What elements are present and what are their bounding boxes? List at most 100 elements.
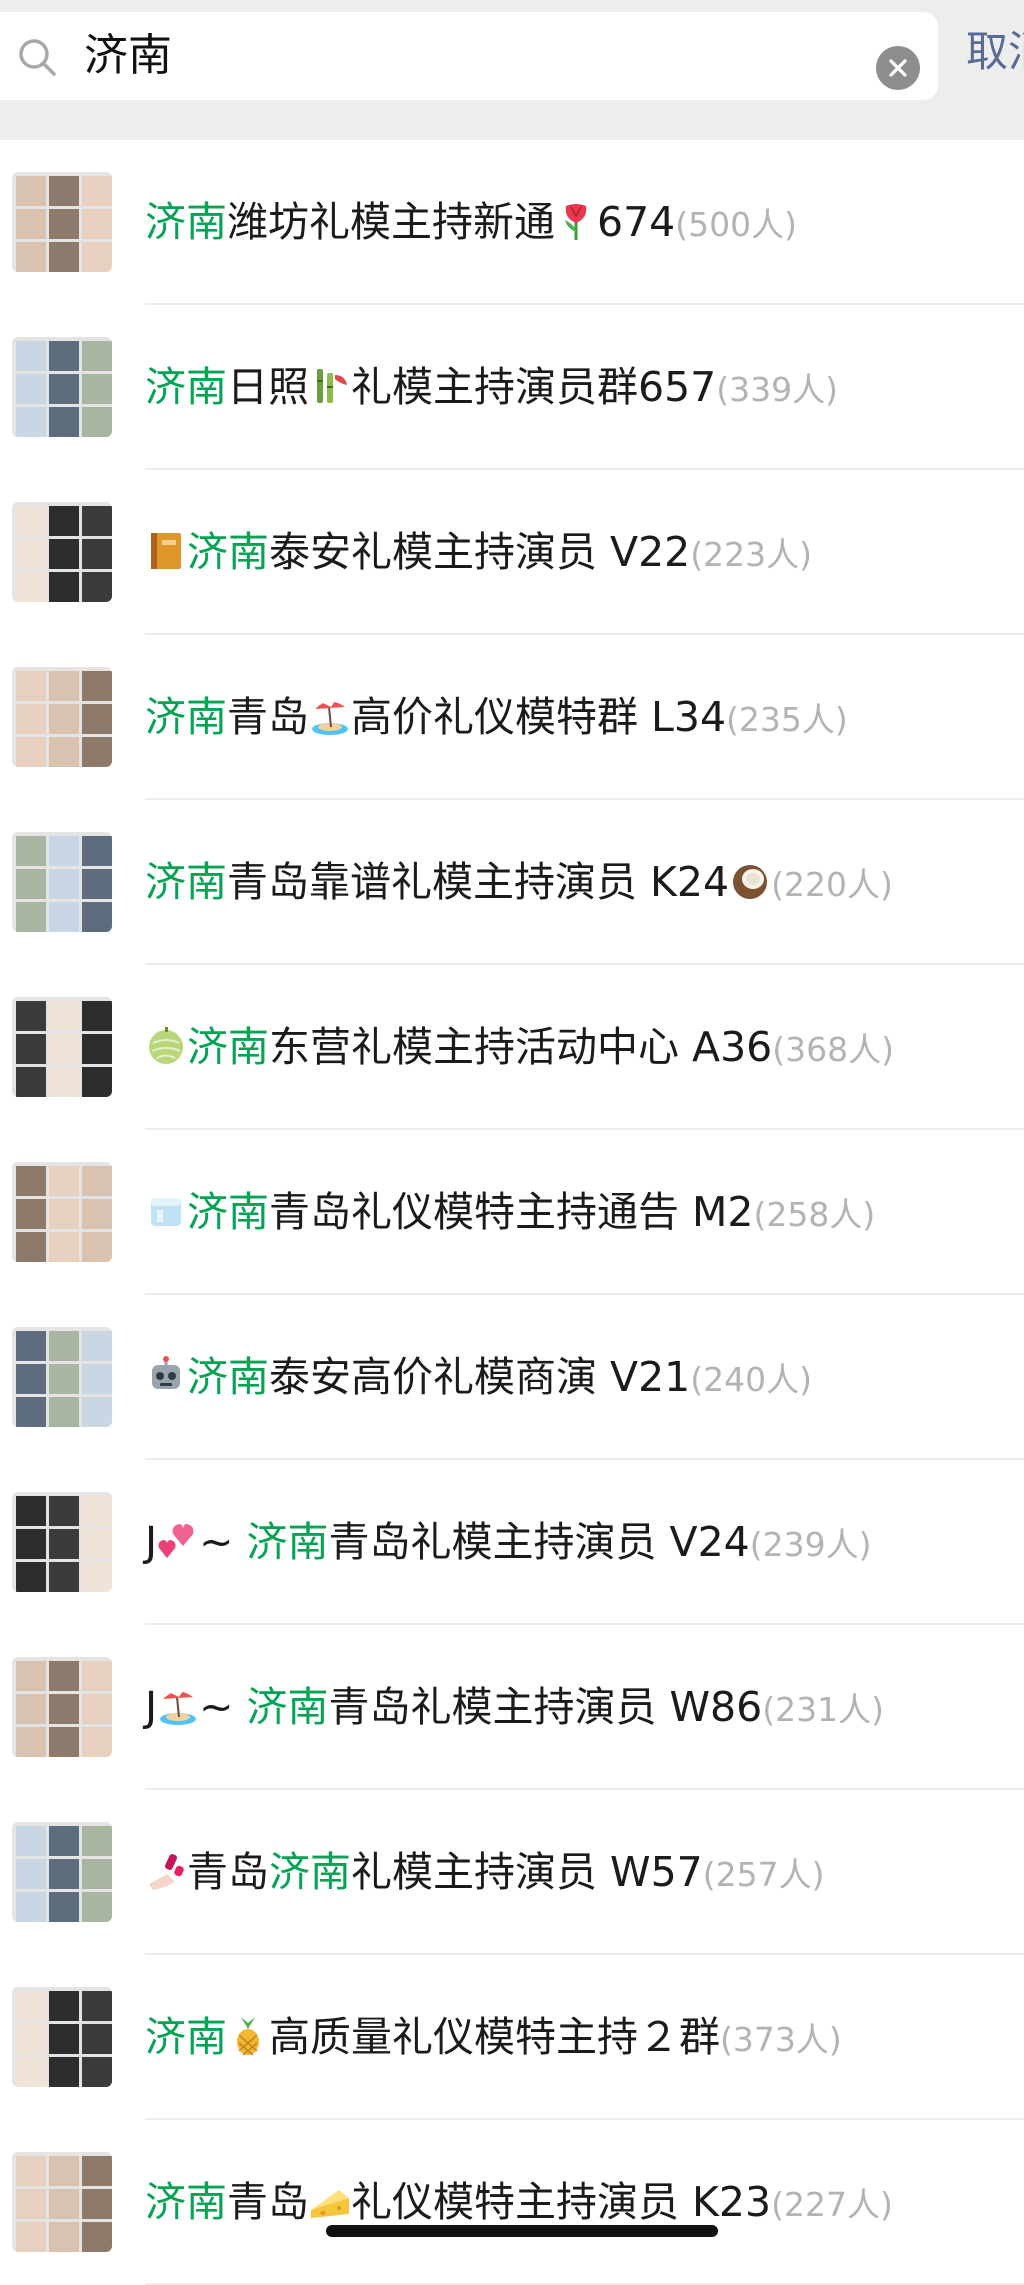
group-avatar (12, 502, 112, 602)
group-title: 济南青岛礼仪模特主持通告 M2(258人) (145, 1182, 875, 1242)
result-list: 济南潍坊礼模主持新通 674(500人) 济南日照 礼模主持演员群657(339人) 济… (0, 140, 1024, 2285)
title-text: 青岛 (227, 693, 309, 741)
search-input[interactable] (84, 28, 854, 84)
tulip-icon (555, 200, 597, 242)
keyword-highlight: 济南 (145, 858, 227, 906)
title-text: 泰安高价礼模商演 V21 (269, 1353, 691, 1401)
group-title: 济南东营礼模主持活动中心 A36(368人) (145, 1017, 894, 1077)
keyword-highlight: 济南 (246, 1518, 329, 1566)
group-avatar (12, 1492, 112, 1592)
title-suffix: 高质量礼仪模特主持２群 (269, 2013, 720, 2061)
title-text: 青岛礼模主持演员 V24 (328, 1518, 750, 1566)
group-avatar (12, 1987, 112, 2087)
list-item[interactable]: 济南青岛 礼仪模特主持演员 K23(227人) (0, 2120, 1024, 2285)
keyword-highlight: 济南 (145, 2013, 227, 2061)
ledger-icon (145, 530, 187, 572)
member-count: (240人) (690, 1360, 813, 1399)
home-indicator (326, 2225, 718, 2237)
group-title: 济南青岛靠谱礼模主持演员 K24 (220人) (145, 852, 893, 912)
keyword-highlight: 济南 (269, 1848, 351, 1896)
group-title: 济南 高质量礼仪模特主持２群(373人) (145, 2007, 842, 2067)
list-item[interactable]: 济南青岛靠谱礼模主持演员 K24 (220人) (0, 800, 1024, 965)
group-title: J ~ 济南青岛礼模主持演员 W86(231人) (145, 1677, 884, 1737)
member-count: (368人) (772, 1030, 894, 1069)
keyword-highlight: 济南 (187, 1188, 269, 1236)
list-item[interactable]: J ~ 济南青岛礼模主持演员 V24(239人) (0, 1460, 1024, 1625)
member-count: (223人) (690, 535, 813, 574)
title-text: 东营礼模主持活动中心 A36 (269, 1023, 773, 1071)
search-box[interactable] (0, 12, 938, 100)
list-item[interactable]: 济南东营礼模主持活动中心 A36(368人) (0, 965, 1024, 1130)
group-avatar (12, 172, 112, 272)
group-avatar (12, 1162, 112, 1262)
pineapple-icon (227, 2015, 269, 2057)
group-avatar (12, 2152, 112, 2252)
member-count: (231人) (762, 1690, 884, 1729)
search-icon (19, 39, 56, 76)
bamboo-icon (309, 365, 351, 407)
group-avatar (12, 1657, 112, 1757)
group-avatar (12, 1822, 112, 1922)
group-avatar (12, 997, 112, 1097)
keyword-highlight: 济南 (145, 693, 227, 741)
title-text: 潍坊礼模主持新通 (227, 198, 555, 246)
keyword-highlight: 济南 (187, 1023, 269, 1071)
title-text: 日照 (227, 363, 309, 411)
member-count: (227人) (771, 2185, 893, 2224)
list-item[interactable]: 济南日照 礼模主持演员群657(339人) (0, 305, 1024, 470)
title-text: 青岛礼模主持演员 W86 (328, 1683, 763, 1731)
cancel-button[interactable]: 取消 (966, 24, 1024, 80)
group-avatar (12, 832, 112, 932)
title-tilde: ~ (199, 1683, 247, 1731)
member-count: (235人) (726, 700, 848, 739)
list-item[interactable]: 济南 高质量礼仪模特主持２群(373人) (0, 1955, 1024, 2120)
group-avatar (12, 667, 112, 767)
melon-icon (145, 1025, 187, 1067)
member-count: (339人) (716, 370, 839, 409)
beach-icon (309, 695, 351, 737)
title-text: 青岛靠谱礼模主持演员 K24 (227, 858, 730, 906)
member-count: (220人) (771, 865, 893, 904)
group-title: 济南潍坊礼模主持新通 674(500人) (145, 192, 797, 252)
list-item[interactable]: J ~ 济南青岛礼模主持演员 W86(231人) (0, 1625, 1024, 1790)
list-item[interactable]: 青岛济南礼模主持演员 W57(257人) (0, 1790, 1024, 1955)
group-avatar (12, 337, 112, 437)
keyword-highlight: 济南 (145, 2178, 227, 2226)
list-item[interactable]: 济南泰安礼模主持演员 V22(223人) (0, 470, 1024, 635)
keyword-highlight: 济南 (187, 1353, 269, 1401)
title-text: 青岛 (227, 2178, 309, 2226)
title-suffix: 礼模主持演员群657 (351, 363, 717, 411)
list-item[interactable]: 济南青岛礼仪模特主持通告 M2(258人) (0, 1130, 1024, 1295)
title-prefix: J (145, 1683, 158, 1731)
title-text: 泰安礼模主持演员 V22 (269, 528, 691, 576)
member-count: (257人) (702, 1855, 825, 1894)
keyword-highlight: 济南 (145, 198, 227, 246)
member-count: (500人) (675, 205, 798, 244)
list-item[interactable]: 济南潍坊礼模主持新通 674(500人) (0, 140, 1024, 305)
list-item[interactable]: 济南青岛 高价礼仪模特群 L34(235人) (0, 635, 1024, 800)
search-bar: 取消 (0, 0, 1024, 140)
title-tilde: ~ (199, 1518, 247, 1566)
list-item[interactable]: 济南泰安高价礼模商演 V21(240人) (0, 1295, 1024, 1460)
keyword-highlight: 济南 (145, 363, 227, 411)
robot-icon (145, 1355, 187, 1397)
keyword-highlight: 济南 (246, 1683, 329, 1731)
clear-button[interactable] (876, 46, 920, 90)
keyword-highlight: 济南 (187, 528, 269, 576)
group-title: 青岛济南礼模主持演员 W57(257人) (145, 1842, 825, 1902)
hearts-icon (157, 1520, 199, 1562)
nail-polish-icon (145, 1850, 187, 1892)
title-suffix: 674 (597, 198, 676, 246)
group-title: 济南青岛 礼仪模特主持演员 K23(227人) (145, 2172, 893, 2232)
member-count: (373人) (720, 2020, 842, 2059)
group-title: J ~ 济南青岛礼模主持演员 V24(239人) (145, 1512, 872, 1572)
group-title: 济南青岛 高价礼仪模特群 L34(235人) (145, 687, 848, 747)
title-text: 青岛礼仪模特主持通告 M2 (269, 1188, 754, 1236)
title-prefix: J (145, 1518, 158, 1566)
cheese-icon (309, 2180, 351, 2222)
coconut-icon (729, 860, 771, 902)
title-suffix: 高价礼仪模特群 L34 (351, 693, 727, 741)
title-suffix: 礼仪模特主持演员 K23 (351, 2178, 772, 2226)
close-icon (889, 59, 907, 77)
title-text: 青岛 (187, 1848, 269, 1896)
